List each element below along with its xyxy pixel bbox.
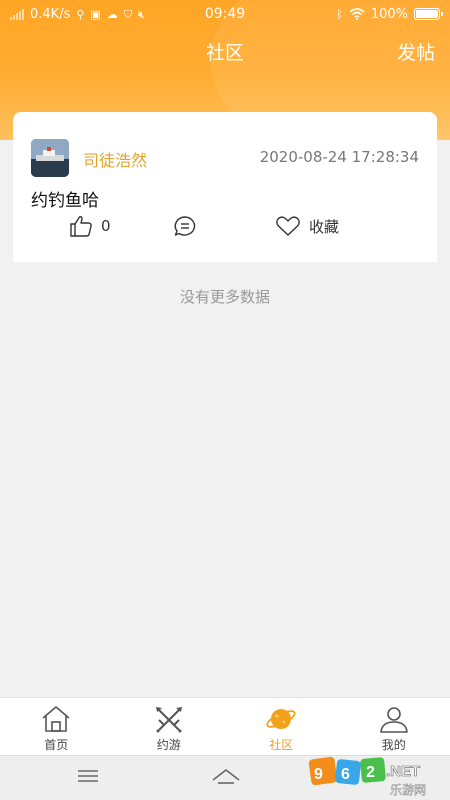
clock: 09:49	[204, 6, 246, 22]
like-count: 0	[101, 217, 111, 235]
comment-button[interactable]	[173, 215, 197, 237]
post-actions: 0 收藏	[13, 215, 437, 245]
post-username[interactable]: 司徒浩然	[83, 147, 147, 171]
post-content: 约钓鱼哈	[31, 191, 99, 211]
post-timestamp: 2020-08-24 17:28:34	[259, 148, 419, 166]
favorite-button[interactable]: 收藏	[275, 215, 339, 237]
tab-meetup-label: 约游	[156, 738, 181, 752]
tab-profile[interactable]: 我的	[338, 698, 450, 755]
thumbs-up-icon	[70, 216, 92, 237]
tab-community[interactable]: 社区	[225, 698, 338, 755]
title-bar: 社区 发帖	[0, 30, 450, 70]
person-icon	[378, 704, 410, 734]
post-button[interactable]: 发帖	[397, 38, 435, 65]
battery-icon	[414, 8, 443, 20]
favorite-label: 收藏	[309, 217, 340, 236]
comment-icon	[174, 216, 196, 236]
no-more-data-text: 没有更多数据	[179, 288, 270, 306]
tab-meetup[interactable]: 约游	[113, 698, 226, 755]
bottom-tab-bar: 首页 约游 社区 我的	[0, 697, 450, 755]
tab-community-label: 社区	[269, 738, 294, 752]
like-button[interactable]: 0	[69, 215, 111, 237]
avatar-image	[31, 139, 69, 177]
back-icon[interactable]	[337, 766, 361, 790]
system-navigation-bar	[0, 755, 450, 800]
page-title: 社区	[205, 42, 244, 64]
post-card[interactable]: 司徒浩然 2020-08-24 17:28:34 约钓鱼哈 0 收藏	[13, 112, 437, 262]
planet-icon	[265, 704, 297, 734]
crossed-swords-icon	[153, 704, 185, 734]
tab-home-label: 首页	[44, 738, 69, 752]
home-icon	[40, 704, 72, 734]
system-home-icon[interactable]	[210, 766, 242, 790]
heart-icon	[276, 216, 300, 236]
avatar[interactable]	[31, 139, 69, 177]
tab-home[interactable]: 首页	[0, 698, 113, 755]
status-bar: 0.4K/s ⚲ ▣ ☁ ⛉ 🔇︎ 09:49 ᛒ 100%	[0, 0, 450, 28]
menu-icon[interactable]	[76, 766, 100, 790]
tab-profile-label: 我的	[381, 738, 406, 752]
